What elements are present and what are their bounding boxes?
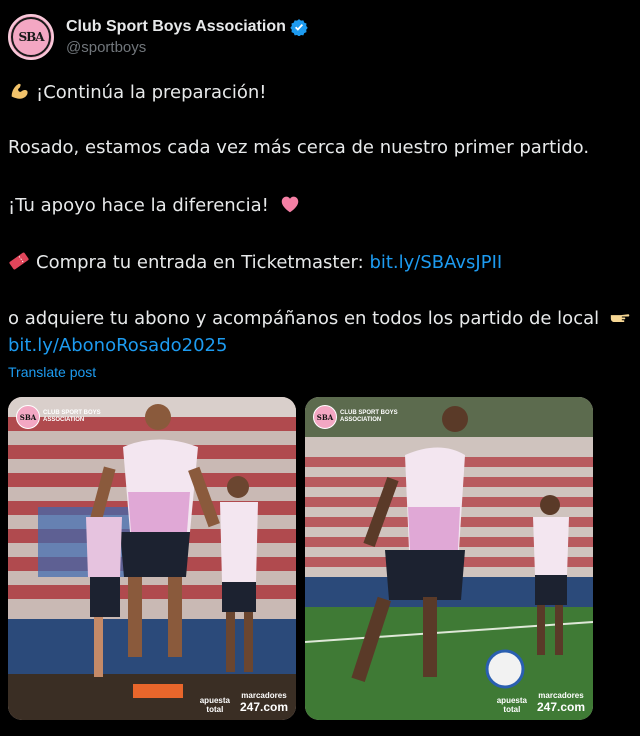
tweet-header: SBA Club Sport Boys Association @sportbo… [8,12,308,62]
verified-badge-icon [290,19,308,36]
tweet-line-3: ¡Tu apoyo hace la diferencia! [8,193,307,218]
sponsor-logos: apuesta total marcadores 247.com [200,691,288,714]
avatar-logo: SBA [11,17,51,57]
media-image-2[interactable]: SBA CLUB SPORT BOYS ASSOCIATION apuesta t… [305,397,593,720]
tweet-line-5-text: o adquiere tu abono y acompáñanos en tod… [8,308,600,329]
tweet-line-4-text: Compra tu entrada en Ticketmaster: [36,252,370,273]
club-badge: SBA CLUB SPORT BOYS ASSOCIATION [313,405,400,429]
sponsor-marcadores: marcadores 247.com [536,691,585,714]
author-names: Club Sport Boys Association @sportboys [66,18,308,56]
club-badge-text: CLUB SPORT BOYS ASSOCIATION [340,410,398,423]
ticketmaster-link[interactable]: bit.ly/SBAvsJPII [369,252,502,273]
club-logo: SBA [313,405,337,429]
display-name[interactable]: Club Sport Boys Association [66,18,286,36]
tweet-line-3-text: ¡Tu apoyo hace la diferencia! [8,195,269,216]
tweet-line-5: o adquiere tu abono y acompáñanos en tod… [8,306,637,331]
tweet-line-4: Compra tu entrada en Ticketmaster: bit.l… [8,250,502,275]
training-photo-1 [8,397,296,720]
club-badge: SBA CLUB SPORT BOYS ASSOCIATION [16,405,103,429]
pink-heart-emoji [281,196,298,213]
club-badge-text: CLUB SPORT BOYS ASSOCIATION [43,410,101,423]
tweet-line-1-text: ¡Continúa la preparación! [36,82,267,103]
club-logo: SBA [16,405,40,429]
flexed-biceps-emoji [11,83,28,99]
abono-link[interactable]: bit.ly/AbonoRosado2025 [8,334,227,358]
sponsor-logos: apuesta total marcadores 247.com [497,691,585,714]
sponsor-apuesta-total: apuesta total [199,696,230,714]
avatar[interactable]: SBA [8,14,54,60]
ticket-emoji [9,252,29,270]
handle[interactable]: @sportboys [66,39,308,56]
media-image-1[interactable]: SBA CLUB SPORT BOYS ASSOCIATION apuesta t… [8,397,296,720]
sponsor-marcadores: marcadores 247.com [239,691,288,714]
tweet-line-2: Rosado, estamos cada vez más cerca de nu… [8,137,590,158]
translate-post-link[interactable]: Translate post [8,364,96,380]
tweet-line-1: ¡Continúa la preparación! [8,80,267,105]
training-photo-2 [305,397,593,720]
sponsor-apuesta-total: apuesta total [496,696,527,714]
backhand-index-pointing-right-emoji [610,314,630,323]
